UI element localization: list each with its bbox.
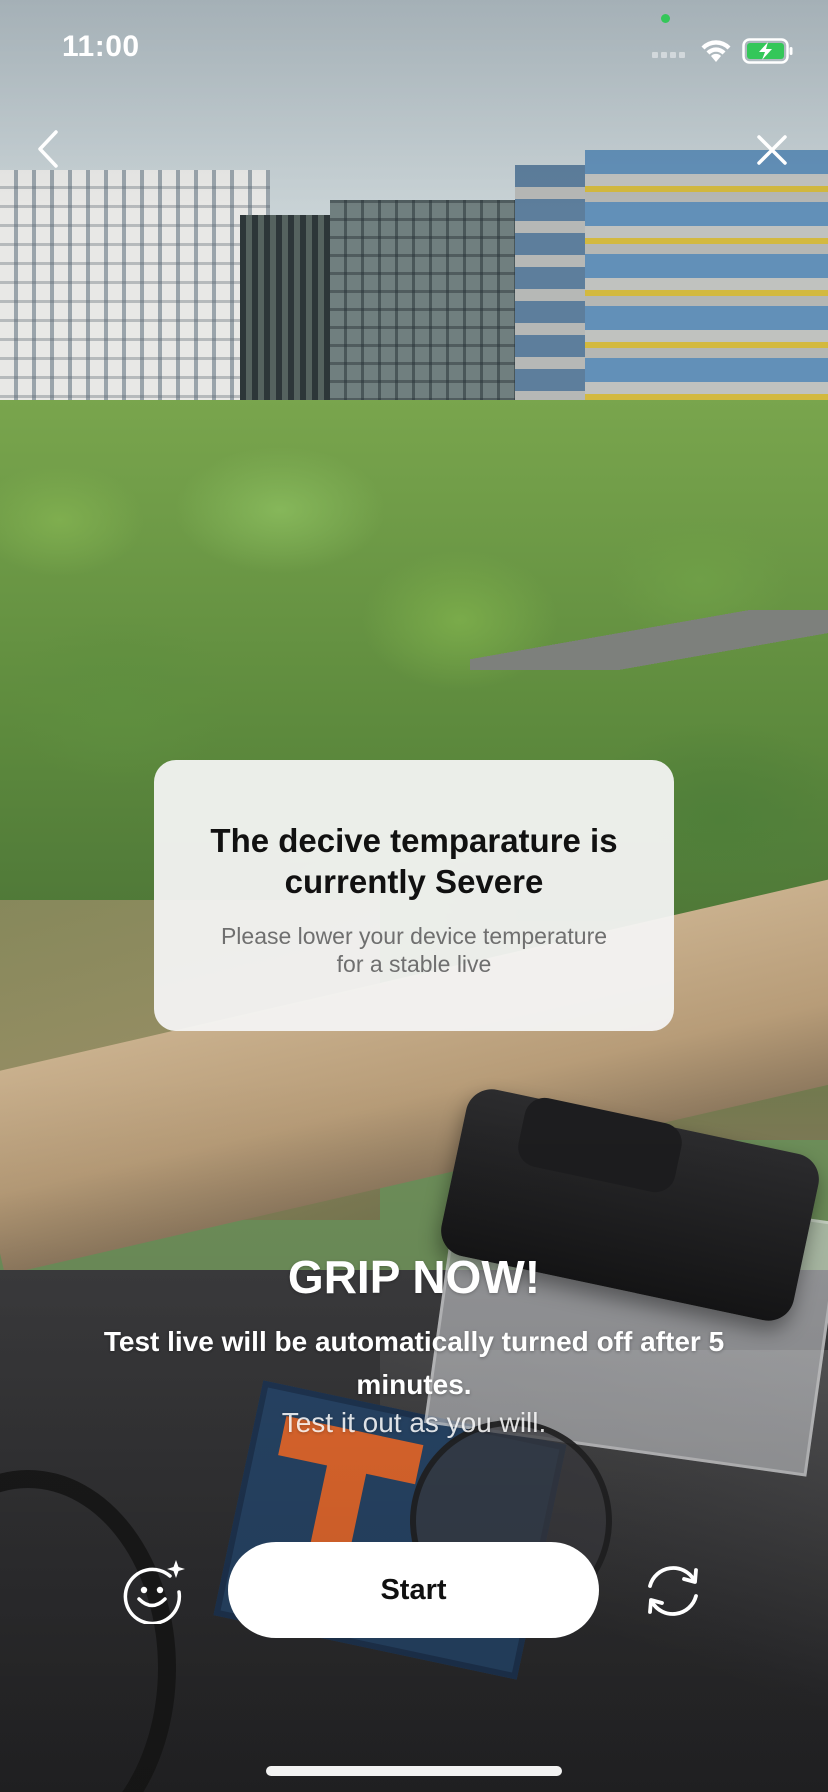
live-camera-screen: 11:00 The decive temparature is currentl… (0, 0, 828, 1792)
promo-title: GRIP NOW! (287, 1251, 541, 1303)
promo-text: GRIP NOW! Test live will be automaticall… (0, 1248, 828, 1440)
promo-subtitle: Test it out as you will. (281, 1407, 547, 1438)
temperature-alert-dialog: The decive temparature is currently Seve… (154, 760, 674, 1031)
chevron-left-icon (38, 130, 58, 168)
dialog-message: Please lower your device temperature for… (220, 923, 608, 977)
promo-description: Test live will be automatically turned o… (103, 1326, 725, 1400)
battery-charging-icon (742, 38, 793, 64)
face-sparkle-icon (123, 1560, 185, 1624)
close-icon (757, 135, 787, 165)
status-bar: 11:00 (0, 0, 828, 100)
start-button[interactable]: Start (228, 1542, 599, 1638)
camera-flip-icon (648, 1566, 698, 1616)
home-indicator[interactable] (266, 1766, 562, 1776)
dialog-title: The decive temparature is currently Seve… (210, 822, 618, 900)
cellular-signal-icon (652, 52, 685, 58)
close-button[interactable] (752, 128, 792, 172)
wifi-icon (701, 40, 731, 62)
status-time: 11:00 (62, 30, 140, 63)
back-button[interactable] (28, 124, 68, 174)
flip-camera-button[interactable] (638, 1556, 708, 1626)
effects-button[interactable] (121, 1558, 187, 1624)
camera-in-use-dot (661, 14, 670, 23)
